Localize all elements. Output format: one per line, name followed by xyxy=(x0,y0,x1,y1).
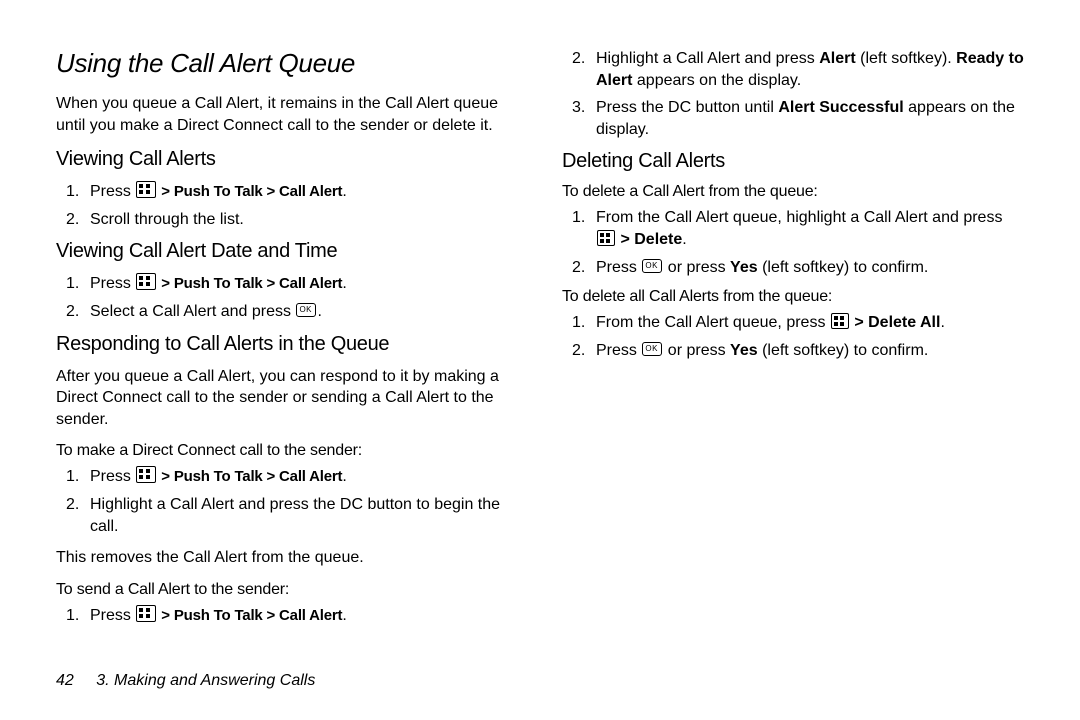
step-bold: Yes xyxy=(730,259,758,276)
step-bold: > Push To Talk > Call Alert xyxy=(157,468,342,485)
page-footer: 42 3. Making and Answering Calls xyxy=(56,672,315,690)
step-bold: > Push To Talk > Call Alert xyxy=(157,183,342,200)
list-item: From the Call Alert queue, highlight a C… xyxy=(562,207,1024,250)
menu-icon xyxy=(597,230,615,246)
step-suffix: . xyxy=(317,303,321,320)
list-item: Press or press Yes (left softkey) to con… xyxy=(562,340,1024,362)
step-suffix: . xyxy=(342,607,346,624)
step-text: appears on the display. xyxy=(632,72,801,89)
lead-direct-connect: To make a Direct Connect call to the sen… xyxy=(56,442,518,460)
step-suffix: . xyxy=(342,183,346,200)
steps-direct-connect: Press > Push To Talk > Call Alert. Highl… xyxy=(56,466,518,537)
step-text: Press the DC button until xyxy=(596,99,778,116)
steps-viewing-alerts: Press > Push To Talk > Call Alert. Scrol… xyxy=(56,181,518,230)
list-item: Press the DC button until Alert Successf… xyxy=(562,97,1024,140)
steps-delete-one: From the Call Alert queue, highlight a C… xyxy=(562,207,1024,278)
step-bold: > Delete xyxy=(616,231,682,248)
step-suffix: . xyxy=(342,275,346,292)
menu-icon xyxy=(136,466,156,483)
intro-paragraph: When you queue a Call Alert, it remains … xyxy=(56,93,518,136)
step-text: (left softkey). xyxy=(856,50,956,67)
menu-icon xyxy=(136,605,156,622)
list-item: Press > Push To Talk > Call Alert. xyxy=(56,466,518,488)
subhead-viewing-alerts: Viewing Call Alerts xyxy=(56,148,518,171)
step-text: or press xyxy=(663,259,730,276)
ok-icon xyxy=(642,342,662,356)
list-item: Highlight a Call Alert and press Alert (… xyxy=(562,48,1024,91)
step-text: or press xyxy=(663,342,730,359)
subhead-deleting: Deleting Call Alerts xyxy=(562,150,1024,173)
steps-delete-all: From the Call Alert queue, press > Delet… xyxy=(562,312,1024,361)
step-text: Press xyxy=(596,342,641,359)
list-item: From the Call Alert queue, press > Delet… xyxy=(562,312,1024,334)
subhead-viewing-datetime: Viewing Call Alert Date and Time xyxy=(56,240,518,263)
list-item: Press or press Yes (left softkey) to con… xyxy=(562,257,1024,279)
step-text: Highlight a Call Alert and press xyxy=(596,50,819,67)
lead-delete-all: To delete all Call Alerts from the queue… xyxy=(562,288,1024,306)
list-item: Press > Push To Talk > Call Alert. xyxy=(56,181,518,203)
step-text: Press xyxy=(596,259,641,276)
step-bold: > Delete All xyxy=(850,314,941,331)
step-text: (left softkey) to confirm. xyxy=(758,342,929,359)
responding-paragraph: After you queue a Call Alert, you can re… xyxy=(56,366,518,431)
step-text: Press xyxy=(90,468,135,485)
page-title: Using the Call Alert Queue xyxy=(56,48,518,79)
list-item: Press > Push To Talk > Call Alert. xyxy=(56,605,518,627)
result-paragraph: This removes the Call Alert from the que… xyxy=(56,547,518,569)
step-bold: Alert Successful xyxy=(778,99,903,116)
step-suffix: . xyxy=(342,468,346,485)
lead-delete-one: To delete a Call Alert from the queue: xyxy=(562,183,1024,201)
page-columns: Using the Call Alert Queue When you queu… xyxy=(56,48,1024,648)
step-suffix: . xyxy=(682,231,686,248)
ok-icon xyxy=(296,303,316,317)
step-text: From the Call Alert queue, press xyxy=(596,314,830,331)
step-text: Press xyxy=(90,275,135,292)
steps-viewing-datetime: Press > Push To Talk > Call Alert. Selec… xyxy=(56,273,518,322)
step-text: Press xyxy=(90,607,135,624)
list-item: Select a Call Alert and press . xyxy=(56,301,518,323)
step-text: Select a Call Alert and press xyxy=(90,303,295,320)
step-text: (left softkey) to confirm. xyxy=(758,259,929,276)
page-number: 42 xyxy=(56,672,74,689)
step-text: Press xyxy=(90,183,135,200)
list-item: Highlight a Call Alert and press the DC … xyxy=(56,494,518,537)
step-suffix: . xyxy=(940,314,944,331)
lead-send-alert: To send a Call Alert to the sender: xyxy=(56,581,518,599)
menu-icon xyxy=(136,181,156,198)
menu-icon xyxy=(136,273,156,290)
step-bold: > Push To Talk > Call Alert xyxy=(157,607,342,624)
ok-icon xyxy=(642,259,662,273)
menu-icon xyxy=(831,313,849,329)
list-item: Scroll through the list. xyxy=(56,209,518,231)
step-text: From the Call Alert queue, highlight a C… xyxy=(596,209,1002,226)
footer-chapter: 3. Making and Answering Calls xyxy=(96,672,315,689)
step-bold: Alert xyxy=(819,50,855,67)
step-bold: > Push To Talk > Call Alert xyxy=(157,275,342,292)
step-bold: Yes xyxy=(730,342,758,359)
subhead-responding: Responding to Call Alerts in the Queue xyxy=(56,333,518,356)
list-item: Press > Push To Talk > Call Alert. xyxy=(56,273,518,295)
